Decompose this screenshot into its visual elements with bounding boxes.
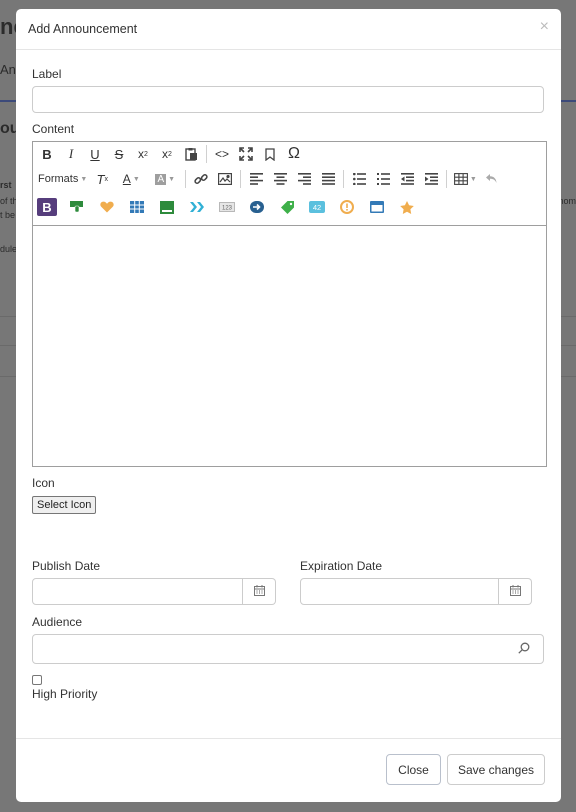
heart-icon[interactable]	[95, 196, 119, 218]
audience-input[interactable]	[32, 634, 544, 664]
omega-icon[interactable]: Ω	[282, 143, 306, 165]
align-right-icon[interactable]	[292, 168, 316, 190]
calendar-icon	[509, 584, 521, 599]
expiration-date-label: Expiration Date	[300, 559, 383, 573]
close-button[interactable]: Close	[386, 754, 441, 785]
label-input[interactable]	[32, 86, 544, 113]
toolbar-separator	[446, 170, 448, 188]
publish-date-calendar-button[interactable]	[243, 578, 276, 605]
table-grid-icon[interactable]	[125, 196, 149, 218]
background-text: t be	[0, 210, 16, 220]
tag-icon[interactable]	[275, 196, 299, 218]
superscript-icon[interactable]: x2	[131, 143, 155, 165]
content-field-label: Content	[32, 122, 75, 136]
link-icon[interactable]	[189, 168, 213, 190]
window-icon[interactable]	[365, 196, 389, 218]
double-chevron-icon[interactable]	[185, 196, 209, 218]
toolbar-separator	[343, 170, 345, 188]
alert-circle-icon[interactable]	[335, 196, 359, 218]
star-icon[interactable]	[395, 196, 419, 218]
high-priority-label: High Priority	[32, 687, 98, 701]
publish-date-input[interactable]	[32, 578, 243, 605]
formats-label: Formats	[38, 173, 79, 185]
chevron-down-icon: ▼	[80, 175, 88, 183]
add-announcement-modal: Add Announcement × Label Content B I U S…	[16, 9, 561, 802]
background-color-icon[interactable]: A ▼	[148, 168, 182, 190]
toolbar-separator	[185, 170, 187, 188]
number-input-icon[interactable]: 123	[215, 196, 239, 218]
toolbar-row-1: B I U S x2 x2 <> Ω	[35, 143, 306, 165]
green-panel-icon[interactable]	[155, 196, 179, 218]
label-field-label: Label	[32, 67, 62, 81]
strikethrough-icon[interactable]: S	[107, 143, 131, 165]
expiration-date-calendar-button[interactable]	[499, 578, 532, 605]
modal-header: Add Announcement ×	[16, 9, 561, 50]
toolbar-separator	[240, 170, 242, 188]
bullet-list-icon[interactable]	[347, 168, 371, 190]
audience-label: Audience	[32, 615, 83, 629]
italic-icon[interactable]: I	[59, 143, 83, 165]
badge-42-text: 42	[313, 203, 321, 212]
search-icon[interactable]	[518, 642, 530, 657]
green-badge-icon[interactable]	[65, 196, 89, 218]
paste-icon[interactable]	[179, 143, 203, 165]
background-text: of th	[0, 196, 18, 206]
bootstrap-icon[interactable]: B	[35, 196, 59, 218]
arrow-circle-icon[interactable]	[245, 196, 269, 218]
publish-date-label: Publish Date	[32, 559, 101, 573]
number-input-text: 123	[222, 206, 233, 212]
toolbar-row-2: Formats ▼ Tx A ▼ A ▼ ▼	[35, 168, 504, 190]
undo-icon[interactable]	[480, 168, 504, 190]
bookmark-icon[interactable]	[258, 143, 282, 165]
image-icon[interactable]	[213, 168, 237, 190]
background-text: rst	[0, 180, 12, 190]
fullscreen-icon[interactable]	[234, 143, 258, 165]
editor-toolbar: B I U S x2 x2 <> Ω Formats ▼ T x A ▼ A ▼…	[33, 142, 546, 226]
rich-text-editor: B I U S x2 x2 <> Ω Formats ▼ T x A ▼ A ▼…	[32, 141, 547, 467]
editor-content-area[interactable]	[33, 226, 546, 466]
code-icon[interactable]: <>	[210, 143, 234, 165]
toolbar-separator	[206, 145, 207, 163]
close-icon[interactable]: ×	[540, 19, 549, 35]
modal-footer-divider	[16, 738, 561, 739]
align-justify-icon[interactable]	[316, 168, 340, 190]
badge-42-icon[interactable]: 42	[305, 196, 329, 218]
numbered-list-icon[interactable]	[371, 168, 395, 190]
high-priority-checkbox[interactable]	[32, 675, 42, 685]
table-icon[interactable]: ▼	[450, 168, 480, 190]
background-text: dule	[0, 244, 18, 254]
calendar-icon	[253, 584, 265, 599]
underline-icon[interactable]: U	[83, 143, 107, 165]
expiration-date-input[interactable]	[300, 578, 499, 605]
formats-dropdown[interactable]: Formats ▼	[35, 168, 90, 190]
align-left-icon[interactable]	[244, 168, 268, 190]
icon-field-label: Icon	[32, 476, 55, 490]
bold-icon[interactable]: B	[35, 143, 59, 165]
modal-title: Add Announcement	[28, 22, 138, 36]
indent-icon[interactable]	[419, 168, 443, 190]
align-center-icon[interactable]	[268, 168, 292, 190]
text-color-icon[interactable]: A ▼	[114, 168, 148, 190]
clear-formatting-icon[interactable]: Tx	[90, 168, 114, 190]
toolbar-row-3: B 123 42	[35, 196, 419, 218]
background-text: nom	[558, 196, 576, 206]
save-changes-button[interactable]: Save changes	[447, 754, 545, 785]
select-icon-button[interactable]: Select Icon	[32, 496, 97, 514]
outdent-icon[interactable]	[395, 168, 419, 190]
subscript-icon[interactable]: x2	[155, 143, 179, 165]
